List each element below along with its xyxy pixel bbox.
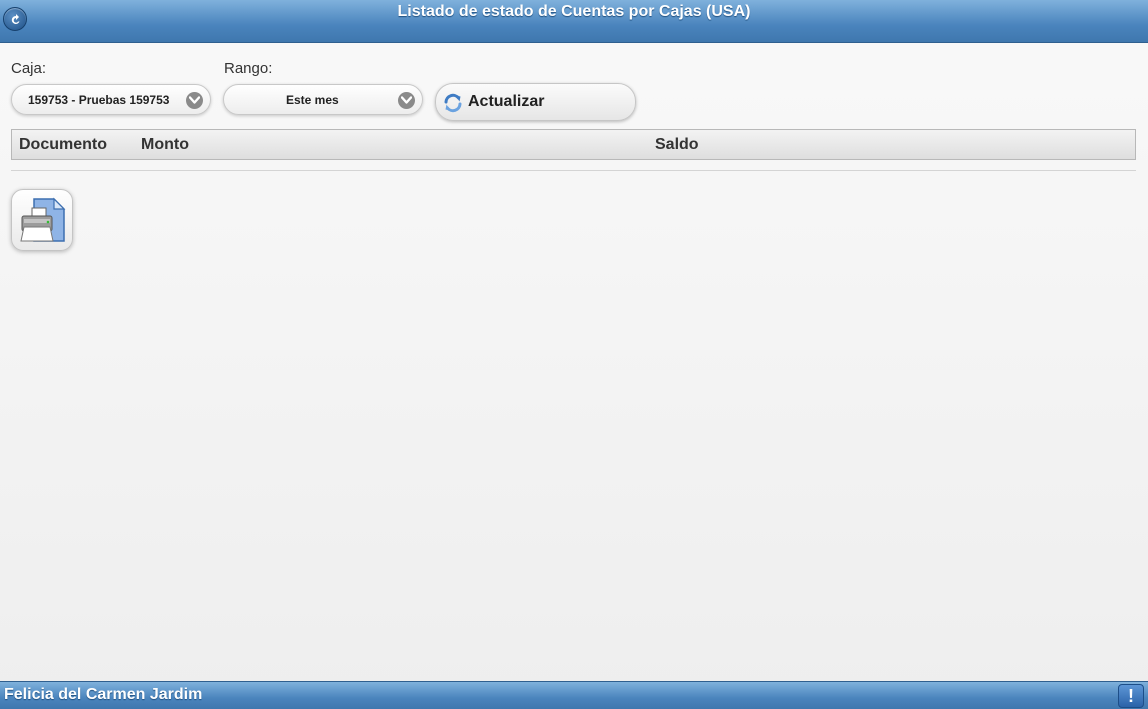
current-user-name: Felicia del Carmen Jardim	[4, 686, 203, 703]
print-button[interactable]	[11, 189, 73, 251]
footer-bar: Felicia del Carmen Jardim !	[0, 681, 1148, 709]
header-bar: Listado de estado de Cuentas por Cajas (…	[0, 0, 1148, 43]
column-header-monto[interactable]: Monto	[141, 136, 189, 154]
rango-select[interactable]: Este mes	[223, 84, 423, 115]
page-title: Listado de estado de Cuentas por Cajas (…	[397, 3, 751, 20]
table-header: Documento Monto Saldo	[11, 129, 1136, 160]
chevron-down-icon	[186, 92, 203, 109]
caja-select-value: 159753 - Pruebas 159753	[28, 93, 170, 107]
printer-document-icon	[20, 197, 66, 242]
column-header-documento[interactable]: Documento	[19, 136, 107, 154]
chevron-down-icon	[398, 92, 415, 109]
column-header-saldo[interactable]: Saldo	[655, 136, 699, 154]
alert-button[interactable]: !	[1118, 684, 1144, 708]
rango-label: Rango:	[224, 60, 273, 77]
rango-select-value: Este mes	[286, 93, 339, 107]
update-button-label: Actualizar	[468, 93, 545, 110]
caja-label: Caja:	[11, 60, 47, 77]
refresh-icon	[444, 93, 462, 113]
caja-select[interactable]: 159753 - Pruebas 159753	[11, 84, 211, 115]
exclamation-icon: !	[1128, 686, 1134, 706]
update-button[interactable]: Actualizar	[435, 83, 636, 121]
divider	[11, 170, 1136, 171]
